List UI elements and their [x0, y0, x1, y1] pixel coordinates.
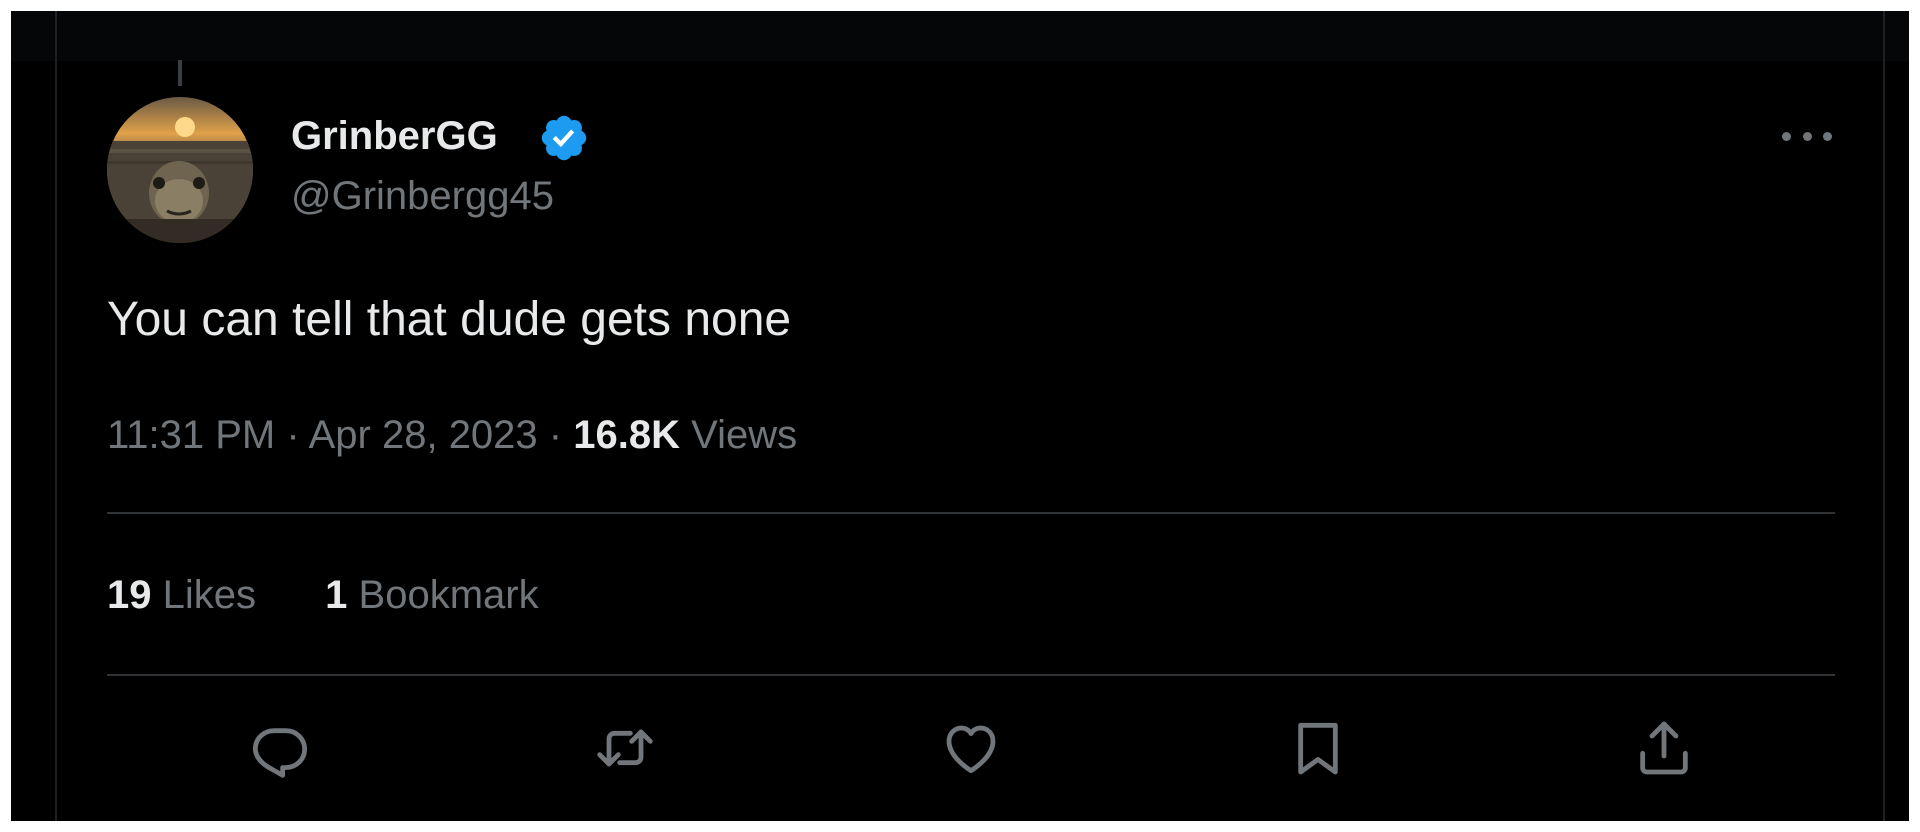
tweet-date[interactable]: Apr 28, 2023	[309, 413, 538, 457]
column-border-right	[1883, 11, 1885, 821]
bookmarks-label: Bookmark	[358, 573, 539, 617]
tweet-text: You can tell that dude gets none	[107, 293, 792, 346]
likes-stat[interactable]: 19 Likes	[107, 570, 256, 620]
retweet-icon[interactable]	[593, 716, 657, 780]
like-icon[interactable]	[939, 716, 1003, 780]
reply-icon[interactable]	[248, 716, 312, 780]
views-label: Views	[691, 413, 798, 457]
views-count: 16.8K	[573, 413, 680, 457]
share-icon[interactable]	[1632, 716, 1696, 780]
meta-separator: ·	[548, 413, 563, 457]
divider	[107, 674, 1835, 676]
column-border-left	[55, 11, 57, 821]
meta-separator: ·	[286, 413, 300, 457]
top-strip	[11, 11, 1909, 61]
likes-count: 19	[107, 573, 152, 617]
avatar-image	[107, 97, 253, 243]
display-name[interactable]: GrinberGG	[291, 112, 498, 160]
bookmarks-count: 1	[325, 573, 348, 617]
bookmarks-stat[interactable]: 1 Bookmark	[325, 570, 538, 620]
more-icon[interactable]	[1782, 124, 1832, 148]
tweet-meta: 11:31 PM · Apr 28, 2023 · 16.8K Views	[107, 410, 797, 460]
avatar[interactable]	[107, 97, 253, 243]
divider	[107, 512, 1835, 514]
engagement-stats: 19 Likes 1 Bookmark	[107, 570, 539, 620]
user-handle[interactable]: @Grinbergg45	[291, 172, 554, 220]
likes-label: Likes	[162, 573, 257, 617]
verified-badge-icon[interactable]	[538, 112, 590, 164]
tweet-time[interactable]: 11:31 PM	[107, 413, 275, 457]
bookmark-icon[interactable]	[1286, 716, 1350, 780]
thread-connector-line	[178, 60, 182, 86]
